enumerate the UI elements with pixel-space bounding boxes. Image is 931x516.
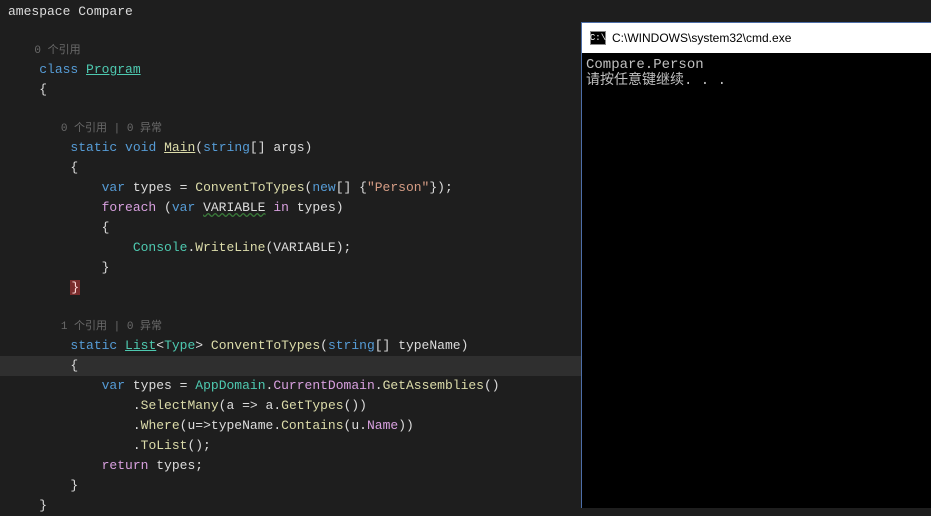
code-line: Console.WriteLine(VARIABLE);: [0, 238, 581, 258]
code-line: }: [0, 496, 581, 516]
cmd-title: C:\WINDOWS\system32\cmd.exe: [612, 31, 791, 45]
code-editor[interactable]: amespace Compare 0 个引用 class Program { 0…: [0, 0, 581, 508]
code-line: class Program: [0, 60, 581, 80]
code-line: }: [0, 258, 581, 278]
code-line: {: [0, 158, 581, 178]
code-line: var types = AppDomain.CurrentDomain.GetA…: [0, 376, 581, 396]
code-line: var types = ConventToTypes(new[] {"Perso…: [0, 178, 581, 198]
code-line: }: [0, 476, 581, 496]
code-line: amespace Compare: [0, 2, 581, 22]
cmd-titlebar[interactable]: C:\ C:\WINDOWS\system32\cmd.exe: [582, 23, 931, 53]
code-line: return types;: [0, 456, 581, 476]
blank-line: [0, 22, 581, 42]
codelens[interactable]: 0 个引用 | 0 异常: [0, 120, 581, 138]
code-line: }: [0, 278, 581, 298]
code-line: {: [0, 80, 581, 100]
code-line: .ToList();: [0, 436, 581, 456]
cmd-output: Compare.Person 请按任意键继续. . .: [582, 53, 931, 93]
code-line: .Where(u=>typeName.Contains(u.Name)): [0, 416, 581, 436]
editor-background: [581, 0, 931, 22]
codelens[interactable]: 0 个引用: [0, 42, 581, 60]
blank-line: [0, 100, 581, 120]
code-line: .SelectMany(a => a.GetTypes()): [0, 396, 581, 416]
cmd-window[interactable]: C:\ C:\WINDOWS\system32\cmd.exe Compare.…: [581, 22, 931, 508]
cmd-icon: C:\: [590, 31, 606, 45]
codelens[interactable]: 1 个引用 | 0 异常: [0, 318, 581, 336]
code-line: {: [0, 218, 581, 238]
code-line: {: [0, 356, 581, 376]
blank-line: [0, 298, 581, 318]
code-line: foreach (var VARIABLE in types): [0, 198, 581, 218]
code-line: static void Main(string[] args): [0, 138, 581, 158]
code-line: static List<Type> ConventToTypes(string[…: [0, 336, 581, 356]
